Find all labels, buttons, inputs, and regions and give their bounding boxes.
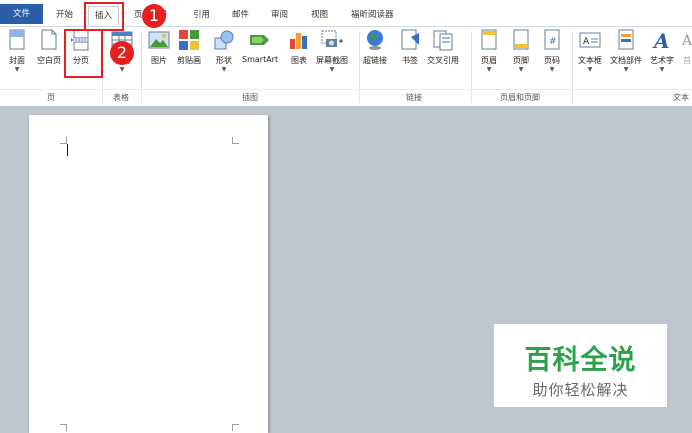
- tab-review[interactable]: 审阅: [271, 6, 288, 24]
- svg-text:A: A: [682, 33, 692, 49]
- tab-foxit-reader[interactable]: 福昕阅读器: [351, 6, 394, 24]
- header-icon: [481, 29, 497, 50]
- wordart-icon: A: [652, 29, 670, 51]
- ribbon-insert: 封面 ▼ 空白页 分页 表格 ▼ 图片 剪贴画 形状 ▼ SmartArt 图表: [0, 26, 692, 107]
- clipart-label: 剪贴画: [177, 56, 201, 65]
- margin-corner-mark: [60, 424, 67, 431]
- group-label-tables: 表格: [113, 93, 129, 102]
- tab-mailings[interactable]: 邮件: [232, 6, 249, 24]
- group-label-pages: 页: [47, 93, 55, 102]
- page-number-label: 页码: [544, 56, 560, 65]
- shapes-button[interactable]: 形状 ▼: [213, 29, 235, 73]
- chevron-down-icon: ▼: [549, 66, 555, 73]
- quick-parts-label: 文档部件: [610, 56, 642, 65]
- watermark-subtitle: 助你轻松解决: [532, 381, 629, 399]
- screenshot-label: 屏幕截图: [316, 56, 348, 65]
- quick-parts-button[interactable]: 文档部件 ▼: [610, 29, 642, 73]
- smartart-button[interactable]: SmartArt: [242, 29, 278, 64]
- cover-page-label: 封面: [9, 56, 25, 65]
- tab-view[interactable]: 视图: [311, 6, 328, 24]
- cross-reference-icon: [433, 30, 453, 51]
- chevron-down-icon: ▼: [587, 66, 593, 73]
- tab-home[interactable]: 开始: [56, 6, 73, 24]
- chevron-down-icon: ▼: [329, 66, 335, 73]
- page-break-highlight: [64, 29, 103, 78]
- screenshot-button[interactable]: 屏幕截图 ▼: [316, 29, 348, 73]
- cover-page-button[interactable]: 封面 ▼: [6, 29, 28, 73]
- bookmark-label: 书签: [402, 56, 418, 65]
- chevron-down-icon: ▼: [221, 66, 227, 73]
- group-label-illustrations: 插图: [242, 93, 258, 102]
- textbox-label: 文本框: [578, 56, 602, 65]
- textbox-icon: A: [579, 32, 601, 48]
- watermark-badge: 百科全说 助你轻松解决: [494, 324, 667, 407]
- margin-corner-mark: [232, 137, 239, 144]
- svg-text:A: A: [583, 37, 590, 47]
- bookmark-icon: [401, 29, 419, 50]
- step-callout-2: 2: [110, 41, 134, 65]
- footer-button[interactable]: 页脚 ▼: [510, 29, 532, 73]
- tab-file[interactable]: 文件: [0, 4, 43, 24]
- chevron-down-icon: ▼: [119, 66, 125, 73]
- cross-reference-label: 交叉引用: [427, 56, 459, 65]
- footer-icon: [513, 29, 529, 50]
- header-label: 页眉: [481, 56, 497, 65]
- text-cursor: [67, 144, 68, 156]
- quick-parts-icon: [618, 29, 634, 50]
- dropcap-label: 首: [683, 56, 691, 65]
- cover-page-icon: [9, 29, 25, 50]
- margin-corner-mark: [232, 424, 239, 431]
- insert-tab-highlight: [84, 2, 124, 31]
- blank-page-button[interactable]: 空白页: [37, 29, 61, 66]
- hyperlink-label: 超链接: [363, 56, 387, 65]
- smartart-label: SmartArt: [242, 55, 279, 64]
- chevron-down-icon: ▼: [659, 66, 665, 73]
- textbox-button[interactable]: A 文本框 ▼: [578, 29, 602, 73]
- smartart-icon: [250, 35, 270, 45]
- chart-label: 图表: [291, 56, 307, 65]
- step-callout-1: 1: [142, 4, 166, 28]
- chevron-down-icon: ▼: [518, 66, 524, 73]
- chart-button[interactable]: 图表: [288, 29, 310, 66]
- picture-label: 图片: [151, 56, 167, 65]
- ribbon-group-labels: 页 表格 插图 链接 页眉和页脚 文本: [0, 89, 692, 106]
- picture-icon: [148, 31, 170, 49]
- wordart-button[interactable]: A 艺术字 ▼: [650, 29, 674, 73]
- shapes-icon: [214, 30, 234, 50]
- page-number-button[interactable]: # 页码 ▼: [541, 29, 563, 73]
- chevron-down-icon: ▼: [623, 66, 629, 73]
- header-button[interactable]: 页眉 ▼: [478, 29, 500, 73]
- clipart-icon: [179, 30, 199, 50]
- dropcap-button[interactable]: A 首: [682, 29, 692, 66]
- group-label-text: 文本: [673, 93, 689, 102]
- globe-icon: [367, 30, 383, 50]
- chevron-down-icon: ▼: [486, 66, 492, 73]
- blank-page-icon: [41, 29, 57, 50]
- shapes-label: 形状: [216, 56, 232, 65]
- chart-icon: [290, 33, 307, 49]
- footer-label: 页脚: [513, 56, 529, 65]
- page-number-icon: #: [544, 29, 560, 50]
- wordart-label: 艺术字: [650, 56, 674, 65]
- hyperlink-button[interactable]: 超链接: [363, 29, 387, 66]
- clipart-button[interactable]: 剪贴画: [177, 29, 201, 66]
- cross-reference-button[interactable]: 交叉引用: [427, 29, 459, 66]
- group-label-links: 链接: [406, 93, 422, 102]
- svg-text:A: A: [652, 29, 670, 51]
- document-page[interactable]: [29, 115, 268, 433]
- bookmark-button[interactable]: 书签: [399, 29, 421, 66]
- margin-corner-mark: [60, 137, 67, 144]
- tab-references[interactable]: 引用: [193, 6, 210, 24]
- watermark-title: 百科全说: [524, 345, 637, 376]
- blank-page-label: 空白页: [37, 56, 61, 65]
- svg-text:#: #: [549, 37, 557, 47]
- screenshot-icon: [321, 30, 343, 47]
- picture-button[interactable]: 图片: [148, 29, 170, 66]
- group-label-header-footer: 页眉和页脚: [500, 93, 540, 102]
- dropcap-icon: A: [682, 33, 692, 49]
- chevron-down-icon: ▼: [14, 66, 20, 73]
